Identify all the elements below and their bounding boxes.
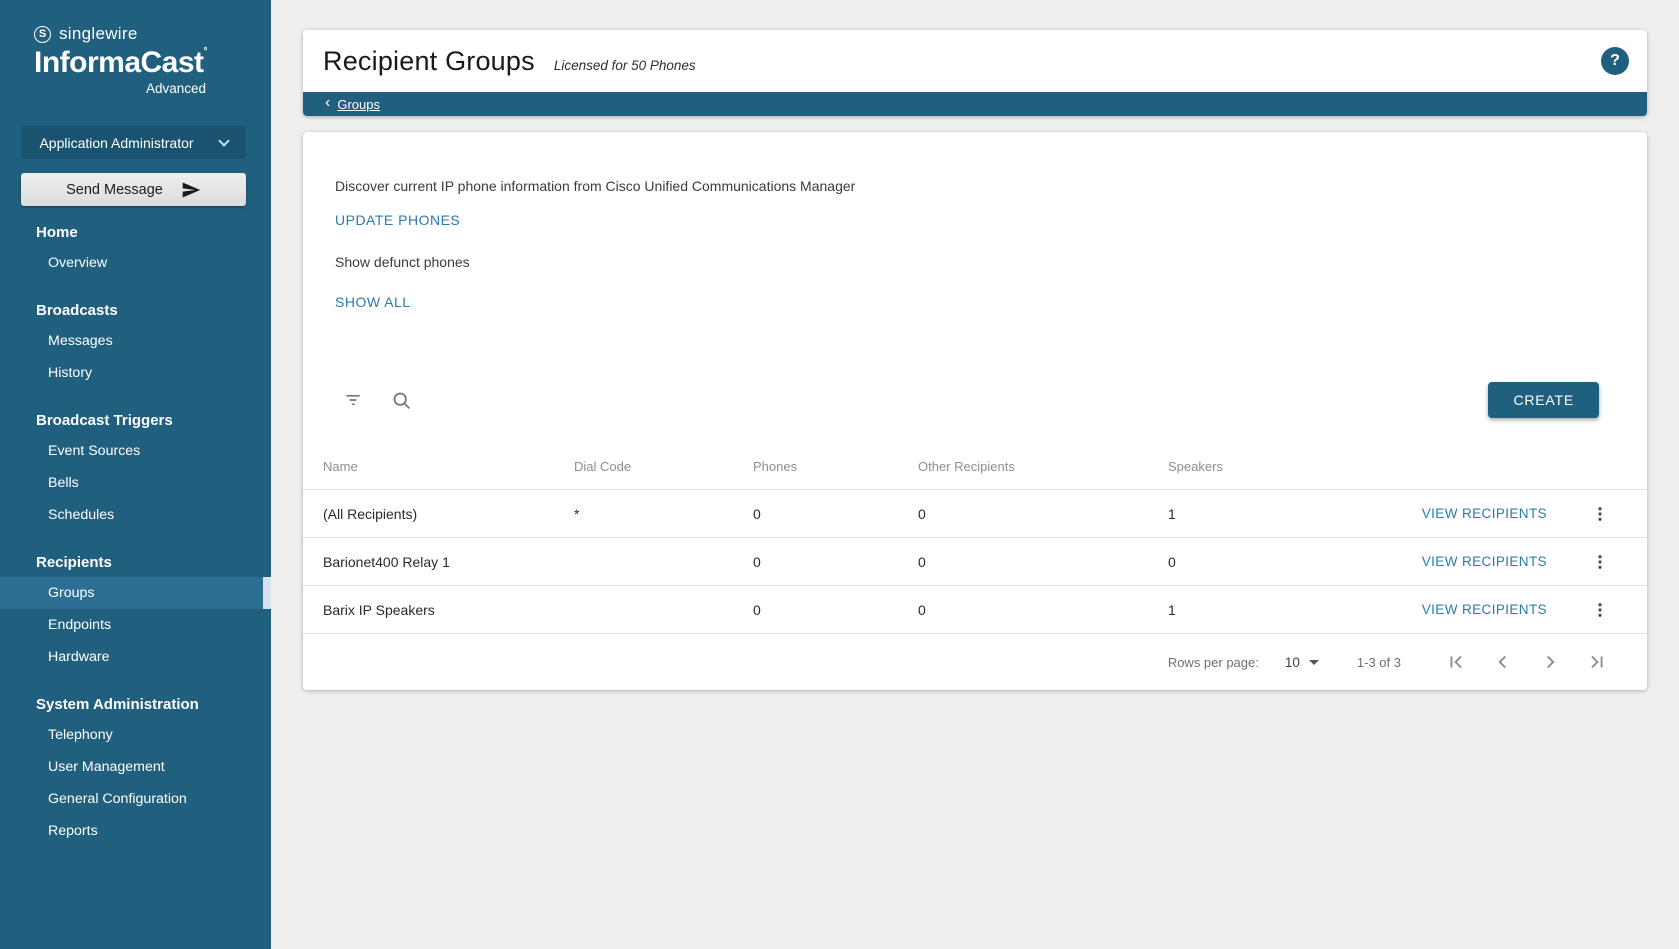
column-header-phones: Phones: [753, 459, 918, 474]
sidebar-item-hardware[interactable]: Hardware: [0, 641, 271, 673]
singlewire-logo-icon: S: [34, 26, 51, 43]
breadcrumb: ‹ Groups: [303, 92, 1647, 116]
cell-phones: 0: [753, 554, 918, 570]
brand-edition: Advanced: [34, 81, 238, 96]
column-header-name: Name: [323, 459, 574, 474]
kebab-menu-icon[interactable]: [1587, 549, 1613, 575]
kebab-menu-icon[interactable]: [1587, 501, 1613, 527]
sidebar-item-event-sources[interactable]: Event Sources: [0, 435, 271, 467]
nav-section-broadcasts: Broadcasts: [0, 279, 271, 325]
help-icon[interactable]: ?: [1601, 47, 1629, 75]
groups-card: Discover current IP phone information fr…: [303, 132, 1647, 690]
discover-description: Discover current IP phone information fr…: [335, 176, 1615, 196]
update-phones-button[interactable]: UPDATE PHONES: [327, 204, 468, 236]
cell-speakers: 1: [1168, 602, 1298, 618]
next-page-icon[interactable]: [1536, 648, 1564, 676]
rows-per-page-value: 10: [1285, 655, 1300, 670]
last-page-icon[interactable]: [1583, 648, 1611, 676]
role-selector-value: Application Administrator: [39, 135, 193, 151]
show-all-button[interactable]: SHOW ALL: [327, 286, 419, 318]
nav-section-recipients: Recipients: [0, 531, 271, 577]
defunct-description: Show defunct phones: [335, 252, 1615, 272]
column-header-dial-code: Dial Code: [574, 459, 753, 474]
main-area: Recipient Groups Licensed for 50 Phones …: [271, 0, 1679, 949]
pagination-bar: Rows per page: 10 1-3 of 3: [303, 634, 1647, 690]
sidebar-item-user-management[interactable]: User Management: [0, 751, 271, 783]
view-recipients-link[interactable]: VIEW RECIPIENTS: [1422, 602, 1547, 617]
sidebar-item-general-configuration[interactable]: General Configuration: [0, 783, 271, 815]
sidebar-item-schedules[interactable]: Schedules: [0, 499, 271, 531]
previous-page-icon[interactable]: [1489, 648, 1517, 676]
brand-company: singlewire: [59, 24, 138, 44]
sidebar-item-groups[interactable]: Groups: [0, 577, 271, 609]
sidebar-nav: Home Overview Broadcasts Messages Histor…: [0, 206, 271, 847]
trademark-mark: °: [204, 46, 208, 57]
nav-section-home: Home: [0, 206, 271, 247]
brand-product: InformaCast°: [34, 46, 238, 80]
send-icon: [181, 180, 201, 200]
caret-down-icon: [1309, 660, 1319, 665]
nav-section-broadcast-triggers: Broadcast Triggers: [0, 389, 271, 435]
cell-phones: 0: [753, 506, 918, 522]
sidebar-item-reports[interactable]: Reports: [0, 815, 271, 847]
send-message-label: Send Message: [66, 182, 163, 198]
page-title: Recipient Groups: [323, 46, 535, 77]
table-row: (All Recipients) * 0 0 1 VIEW RECIPIENTS: [303, 490, 1647, 538]
sidebar: S singlewire InformaCast° Advanced Appli…: [0, 0, 271, 949]
chevron-left-icon: ‹: [325, 95, 330, 111]
view-recipients-link[interactable]: VIEW RECIPIENTS: [1422, 554, 1547, 569]
sidebar-item-telephony[interactable]: Telephony: [0, 719, 271, 751]
cell-name: (All Recipients): [323, 506, 574, 522]
cell-dial-code: *: [574, 506, 753, 522]
cell-phones: 0: [753, 602, 918, 618]
breadcrumb-groups-link[interactable]: Groups: [337, 97, 380, 112]
cell-name: Barionet400 Relay 1: [323, 554, 574, 570]
rows-per-page-select[interactable]: 10: [1285, 655, 1319, 670]
cell-other-recipients: 0: [918, 602, 1168, 618]
chevron-down-icon: [218, 135, 229, 146]
sidebar-item-messages[interactable]: Messages: [0, 325, 271, 357]
cell-speakers: 0: [1168, 554, 1298, 570]
send-message-button[interactable]: Send Message: [21, 173, 246, 206]
cell-speakers: 1: [1168, 506, 1298, 522]
column-header-other-recipients: Other Recipients: [918, 459, 1168, 474]
sidebar-item-overview[interactable]: Overview: [0, 247, 271, 279]
search-icon[interactable]: [391, 390, 412, 411]
kebab-menu-icon[interactable]: [1587, 597, 1613, 623]
create-button[interactable]: CREATE: [1488, 382, 1599, 418]
column-header-speakers: Speakers: [1168, 459, 1298, 474]
page-header-card: Recipient Groups Licensed for 50 Phones …: [303, 30, 1647, 116]
role-selector-dropdown[interactable]: Application Administrator: [21, 126, 246, 159]
sidebar-item-history[interactable]: History: [0, 357, 271, 389]
license-note: Licensed for 50 Phones: [554, 58, 696, 73]
first-page-icon[interactable]: [1442, 648, 1470, 676]
table-toolbar: CREATE: [303, 370, 1647, 430]
view-recipients-link[interactable]: VIEW RECIPIENTS: [1422, 506, 1547, 521]
table-row: Barionet400 Relay 1 0 0 0 VIEW RECIPIENT…: [303, 538, 1647, 586]
nav-section-system-administration: System Administration: [0, 673, 271, 719]
brand-logo: S singlewire InformaCast° Advanced: [0, 0, 238, 96]
cell-name: Barix IP Speakers: [323, 602, 574, 618]
table-header-row: Name Dial Code Phones Other Recipients S…: [303, 444, 1647, 490]
filter-icon[interactable]: [343, 390, 363, 410]
cell-other-recipients: 0: [918, 506, 1168, 522]
pagination-range: 1-3 of 3: [1357, 655, 1401, 670]
sidebar-item-bells[interactable]: Bells: [0, 467, 271, 499]
table-row: Barix IP Speakers 0 0 1 VIEW RECIPIENTS: [303, 586, 1647, 634]
sidebar-item-endpoints[interactable]: Endpoints: [0, 609, 271, 641]
rows-per-page-label: Rows per page:: [1168, 655, 1259, 670]
cell-other-recipients: 0: [918, 554, 1168, 570]
